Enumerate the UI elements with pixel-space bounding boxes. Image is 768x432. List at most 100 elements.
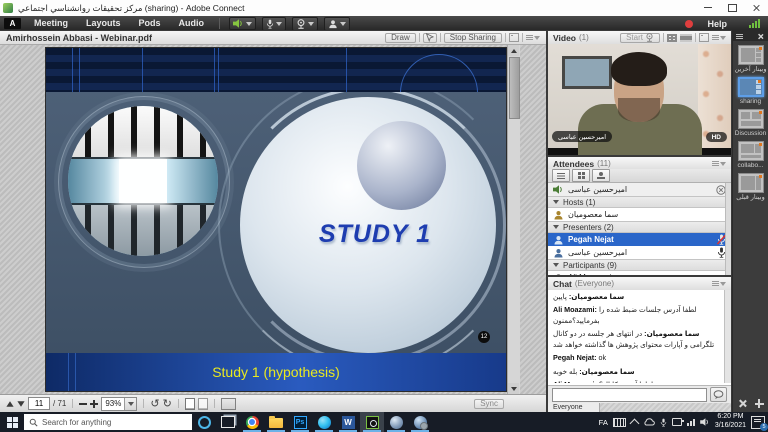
zoom-dropdown-icon[interactable] xyxy=(124,398,136,410)
word-button[interactable]: W xyxy=(336,412,360,432)
chat-messages[interactable]: سما معصومیان: پایین Ali Moazami: لطفا آد… xyxy=(548,290,725,383)
presenter-row-selected[interactable]: Pegah Nejat xyxy=(548,233,731,246)
zoom-in-button[interactable] xyxy=(90,400,98,408)
rotate-right-icon[interactable]: ↻ xyxy=(163,399,172,409)
layout-item[interactable]: وبینار قبلی xyxy=(733,173,768,202)
adobe-connect-taskbar-button[interactable] xyxy=(360,412,384,432)
minimize-button[interactable] xyxy=(696,0,720,15)
collapse-presenters-icon[interactable] xyxy=(553,225,559,229)
collapse-participants-icon[interactable] xyxy=(553,263,559,267)
keyboard-icon[interactable] xyxy=(613,418,626,427)
draw-button[interactable]: Draw xyxy=(385,33,416,43)
next-page-button[interactable] xyxy=(17,401,24,406)
delete-layout-icon[interactable] xyxy=(738,399,747,408)
speaker-button[interactable] xyxy=(229,17,256,30)
layouts-menu-icon[interactable] xyxy=(736,34,743,39)
previous-page-button[interactable] xyxy=(6,401,13,406)
tab-everyone[interactable]: Everyone xyxy=(548,403,600,412)
layout-thumbnail-selected[interactable] xyxy=(738,77,764,97)
grid-view-icon[interactable] xyxy=(667,34,677,42)
start-button[interactable] xyxy=(0,412,24,432)
layout-thumbnail[interactable] xyxy=(738,173,764,193)
single-page-view-icon[interactable] xyxy=(185,398,195,410)
page-number-input[interactable] xyxy=(28,397,50,410)
menu-audio[interactable]: Audio xyxy=(170,16,214,31)
zoom-out-button[interactable] xyxy=(79,403,87,405)
power-plug-icon[interactable] xyxy=(672,418,682,426)
file-explorer-button[interactable] xyxy=(264,412,288,432)
layout-item[interactable]: وبینار آخرین xyxy=(733,45,768,74)
hidden-icons-chevron[interactable] xyxy=(629,419,639,429)
attendees-scrollbar[interactable] xyxy=(725,183,731,275)
help-menu[interactable]: Help xyxy=(707,19,727,29)
stop-sharing-button[interactable]: Stop Sharing xyxy=(444,33,502,43)
scrollbar-thumb[interactable] xyxy=(509,57,520,119)
microphone-dropdown[interactable] xyxy=(276,22,282,26)
filmstrip-view-icon[interactable] xyxy=(680,34,692,42)
layout-item[interactable]: Discussion xyxy=(733,109,768,138)
presenter-row[interactable]: امیرحسین عباسی xyxy=(548,246,731,259)
cortana-button[interactable] xyxy=(192,412,216,432)
close-button[interactable] xyxy=(744,0,768,15)
layouts-close-icon[interactable] xyxy=(757,33,763,39)
breakout-view-icon[interactable] xyxy=(572,169,590,182)
chat-scrollbar[interactable] xyxy=(724,290,731,383)
webcam-dropdown[interactable] xyxy=(308,22,314,26)
zoom-level-select[interactable]: 93% xyxy=(101,397,137,411)
chat-pod-menu-icon[interactable] xyxy=(712,281,726,286)
maximize-button[interactable] xyxy=(720,0,744,15)
chrome-button[interactable] xyxy=(240,412,264,432)
host-row[interactable]: سما معصومیان xyxy=(548,208,731,221)
layout-item-active[interactable]: sharing xyxy=(733,77,768,106)
continuous-view-icon[interactable] xyxy=(198,398,208,410)
fullscreen-icon[interactable] xyxy=(509,33,519,42)
add-layout-icon[interactable] xyxy=(755,399,764,408)
hosts-section-header[interactable]: Hosts (1) xyxy=(548,196,731,208)
sync-button[interactable]: Sync xyxy=(474,399,504,409)
layout-thumbnail[interactable] xyxy=(738,45,764,65)
microphone-button[interactable] xyxy=(262,17,286,31)
document-scrollbar[interactable] xyxy=(507,45,520,394)
attendees-pod-menu-icon[interactable] xyxy=(712,161,726,166)
webcam-button[interactable] xyxy=(292,17,318,31)
globe-app-button[interactable] xyxy=(384,412,408,432)
menu-meeting[interactable]: Meeting xyxy=(25,16,77,31)
attendee-status-view-icon[interactable] xyxy=(592,169,610,182)
collapse-hosts-icon[interactable] xyxy=(553,200,559,204)
presenters-section-header[interactable]: Presenters (2) xyxy=(548,221,731,233)
connection-status-icon[interactable] xyxy=(749,19,760,28)
onedrive-cloud-icon[interactable] xyxy=(643,418,655,426)
taskbar-search[interactable]: Search for anything xyxy=(24,414,192,430)
rotate-left-icon[interactable]: ↺ xyxy=(150,399,159,409)
network-icon[interactable] xyxy=(687,419,695,426)
participants-section-header[interactable]: Participants (9) xyxy=(548,259,731,271)
menu-layouts[interactable]: Layouts xyxy=(77,16,130,31)
layout-thumbnail[interactable] xyxy=(738,109,764,129)
tray-microphone-icon[interactable] xyxy=(660,418,667,427)
attendee-view-icon[interactable] xyxy=(552,169,570,182)
send-message-button[interactable] xyxy=(710,387,727,402)
pointer-button[interactable] xyxy=(423,33,437,43)
taskbar-clock[interactable]: 6:20 PM 3/16/2021 xyxy=(715,413,746,431)
photoshop-button[interactable]: Ps xyxy=(288,412,312,432)
action-center-icon[interactable]: 5 xyxy=(751,416,765,429)
settings-app-button[interactable] xyxy=(408,412,432,432)
task-view-button[interactable] xyxy=(216,412,240,432)
document-view[interactable]: STUDY 1 12 Study 1 (hypothesis) xyxy=(0,45,546,394)
start-webcam-button[interactable]: Start xyxy=(620,33,660,43)
video-pod-menu-icon[interactable] xyxy=(712,35,726,40)
edge-button[interactable] xyxy=(312,412,336,432)
phone-dropdown[interactable] xyxy=(340,22,346,26)
volume-icon[interactable] xyxy=(700,418,710,426)
layout-thumbnail[interactable] xyxy=(738,141,764,161)
share-pod-menu-icon[interactable] xyxy=(526,35,540,40)
video-fullscreen-icon[interactable] xyxy=(699,33,709,42)
language-indicator[interactable]: FA xyxy=(599,418,608,427)
thumbnail-view-icon[interactable] xyxy=(221,398,236,410)
layout-item[interactable]: collabo... xyxy=(733,141,768,170)
phone-button[interactable] xyxy=(324,17,350,31)
speaker-dropdown[interactable] xyxy=(246,22,252,26)
menu-pods[interactable]: Pods xyxy=(130,16,170,31)
participant-row[interactable]: Ali Moazami xyxy=(548,271,731,275)
chat-input[interactable] xyxy=(552,388,707,402)
